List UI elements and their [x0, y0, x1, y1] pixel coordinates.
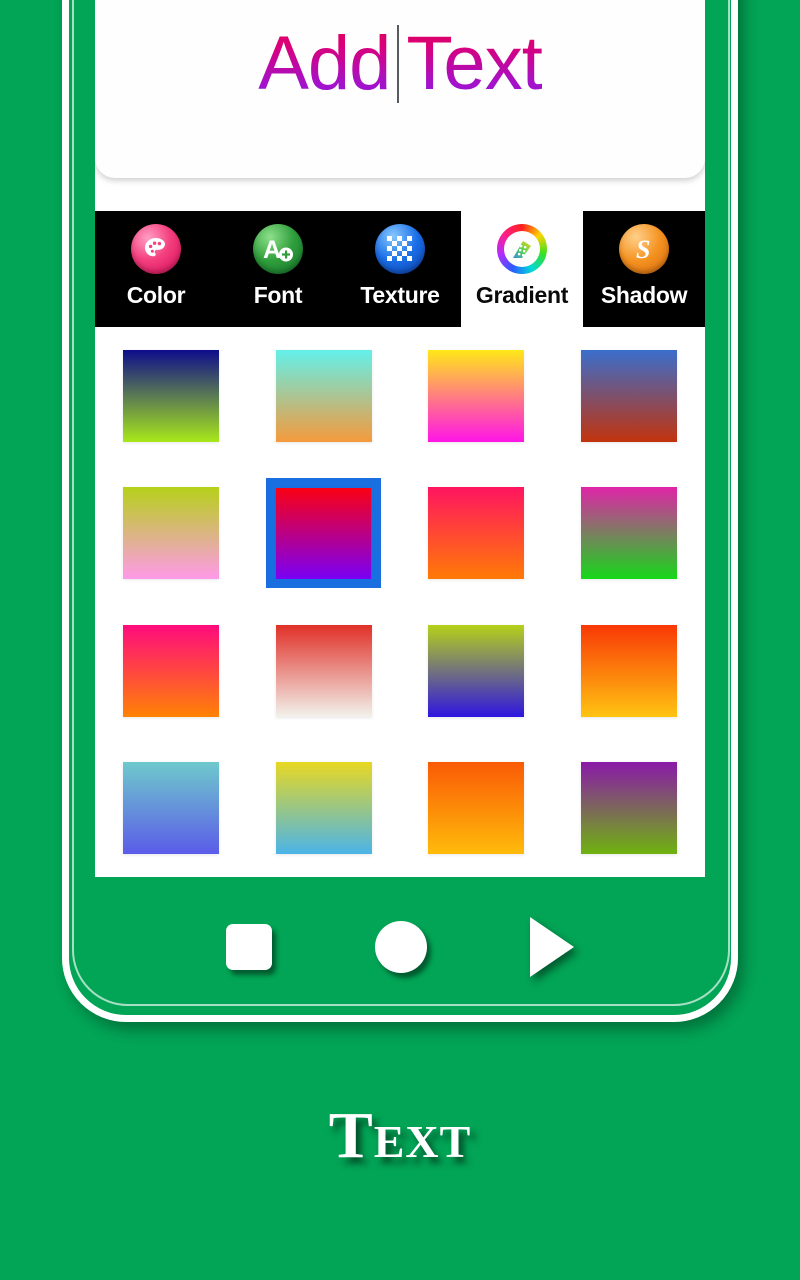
checkerboard-icon	[375, 224, 425, 274]
back-triangle-icon[interactable]	[529, 917, 574, 977]
android-nav-bar	[95, 877, 705, 1017]
gradient-swatch-red-to-white[interactable]	[266, 616, 381, 726]
gradient-swatch-navy-to-lime[interactable]	[114, 341, 229, 451]
tab-label-texture: Texture	[360, 282, 440, 308]
gradient-swatch-fill	[580, 762, 677, 855]
style-tab-bar: Color A Font Texture Gradient S Shadow	[95, 211, 705, 327]
text-preview-row: Add Text	[258, 18, 543, 110]
gradient-swatch-redorange-to-gold[interactable]	[571, 616, 686, 726]
color-wheel-icon	[497, 224, 547, 274]
tab-gradient[interactable]: Gradient	[461, 211, 583, 327]
gradient-swatch-cyan-to-orange[interactable]	[266, 341, 381, 451]
gradient-swatch-lime-to-blue[interactable]	[419, 616, 534, 726]
gradient-swatch-purple-to-green[interactable]	[571, 753, 686, 863]
gradient-swatch-lime-to-pink[interactable]	[114, 478, 229, 588]
gradient-swatch-grid	[95, 327, 705, 877]
gradient-swatch-yellow-to-magenta[interactable]	[419, 341, 534, 451]
gradient-swatch-fill	[275, 762, 372, 855]
gradient-swatch-orange-to-gold[interactable]	[419, 753, 534, 863]
gradient-swatch-fill	[428, 487, 525, 580]
gradient-swatch-fill	[428, 624, 525, 717]
home-button[interactable]	[374, 921, 427, 973]
gradient-swatch-yellow-to-sky[interactable]	[266, 753, 381, 863]
gradient-swatch-pink-to-orange[interactable]	[419, 478, 534, 588]
tab-label-gradient: Gradient	[475, 282, 569, 308]
preview-word-right: Text	[406, 18, 542, 110]
tab-shadow[interactable]: S Shadow	[583, 211, 705, 327]
gradient-swatch-magenta-to-amber[interactable]	[114, 616, 229, 726]
recents-button[interactable]	[226, 924, 273, 970]
gradient-swatch-teal-to-indigo[interactable]	[114, 753, 229, 863]
caption-text: Text	[328, 1099, 472, 1172]
gradient-swatch-fill	[580, 349, 677, 442]
gradient-swatch-fill	[275, 624, 372, 717]
text-caret	[397, 25, 400, 103]
gradient-swatch-fill	[123, 349, 220, 442]
palette-icon	[131, 224, 181, 274]
phone-screen: Add Text Color A Font Texture Gradient S…	[95, 0, 705, 877]
tab-label-shadow: Shadow	[600, 282, 688, 308]
gradient-swatch-red-to-violet[interactable]	[266, 478, 382, 589]
tab-texture[interactable]: Texture	[339, 211, 461, 327]
gradient-swatch-fill	[428, 762, 525, 855]
gradient-swatch-blue-to-rust[interactable]	[571, 341, 686, 451]
tab-label-color: Color	[126, 282, 186, 308]
gradient-swatch-fill	[580, 624, 677, 717]
gradient-swatch-fill	[580, 487, 677, 580]
gradient-swatch-fill	[428, 349, 525, 442]
preview-word-left: Add	[258, 18, 391, 110]
gradient-swatch-fill	[275, 349, 372, 442]
svg-text:S: S	[636, 235, 650, 264]
gradient-swatch-fill	[123, 624, 220, 717]
gradient-swatch-fill	[123, 762, 220, 855]
gradient-swatch-fill	[276, 487, 372, 579]
s-shadow-icon: S	[619, 224, 669, 274]
font-a-plus-icon: A	[253, 224, 303, 274]
bottom-caption: Text	[0, 1098, 800, 1174]
tab-label-font: Font	[253, 282, 303, 308]
gradient-swatch-magenta-to-green[interactable]	[571, 478, 686, 588]
text-preview-card[interactable]: Add Text	[95, 0, 705, 178]
svg-text:A: A	[263, 236, 281, 264]
tab-font[interactable]: A Font	[217, 211, 339, 327]
tab-color[interactable]: Color	[95, 211, 217, 327]
gradient-swatch-fill	[123, 487, 220, 580]
